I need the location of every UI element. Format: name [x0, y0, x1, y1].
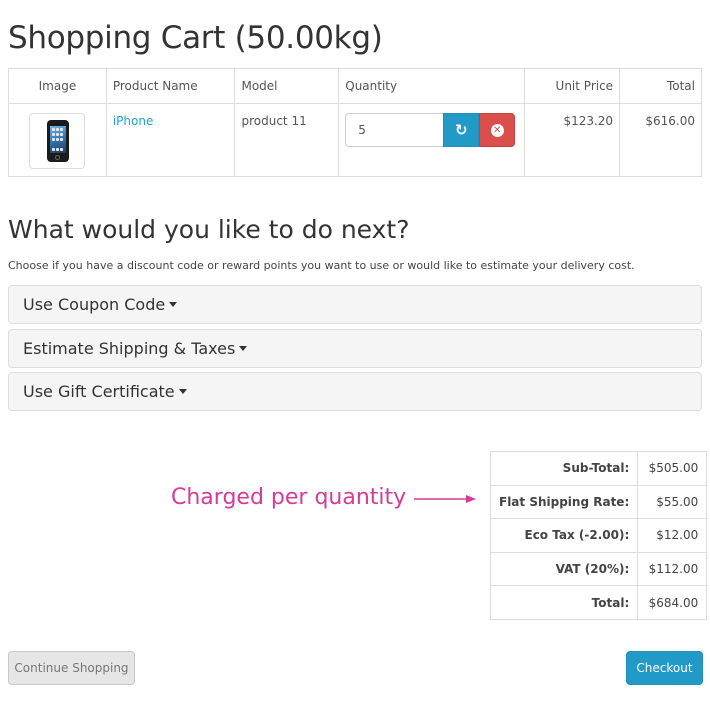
- subtotal-value: $505.00: [637, 451, 708, 486]
- checkout-button[interactable]: Checkout: [626, 651, 703, 685]
- page-title: Shopping Cart (50.00kg): [8, 20, 383, 56]
- product-name-link[interactable]: iPhone: [113, 114, 154, 128]
- arrow-right-icon: [414, 495, 476, 503]
- eco-tax-value: $12.00: [637, 518, 708, 553]
- estimate-shipping-panel[interactable]: Estimate Shipping & Taxes: [8, 329, 702, 368]
- vat-value: $112.00: [637, 551, 708, 587]
- quantity-input[interactable]: [345, 113, 444, 147]
- shipping-value: $55.00: [637, 484, 708, 520]
- col-quantity-header: Quantity: [338, 68, 526, 104]
- cart-table: Image Product Name Model Quantity Unit P…: [8, 68, 702, 177]
- product-model: product 11: [234, 103, 340, 177]
- gift-certificate-panel[interactable]: Use Gift Certificate: [8, 372, 702, 411]
- line-total: $616.00: [619, 103, 702, 177]
- totals-row: Flat Shipping Rate: $55.00: [489, 484, 708, 520]
- cart-item-row: iPhone product 11 ↻ ✕ $123.20 $616.00: [8, 103, 702, 177]
- quantity-input-group: ↻ ✕: [345, 113, 516, 147]
- times-circle-icon: ✕: [490, 123, 504, 137]
- update-quantity-button[interactable]: ↻: [443, 113, 480, 147]
- totals-row: VAT (20%): $112.00: [489, 551, 708, 587]
- col-model-header: Model: [234, 68, 340, 104]
- subtotal-label: Sub-Total:: [489, 451, 639, 486]
- shipping-label: Flat Shipping Rate:: [489, 484, 639, 520]
- totals-table: Sub-Total: $505.00 Flat Shipping Rate: $…: [489, 451, 708, 620]
- continue-shopping-button[interactable]: Continue Shopping: [8, 651, 135, 685]
- totals-row: Eco Tax (-2.00): $12.00: [489, 518, 708, 553]
- iphone-icon: [47, 120, 70, 162]
- quantity-cell: ↻ ✕: [338, 103, 526, 177]
- product-thumbnail[interactable]: [29, 113, 86, 169]
- grand-total-label: Total:: [489, 585, 639, 620]
- grand-total-value: $684.00: [637, 585, 708, 620]
- annotation-text: Charged per quantity: [171, 485, 407, 510]
- gift-certificate-label: Use Gift Certificate: [23, 382, 175, 401]
- vat-label: VAT (20%):: [489, 551, 639, 587]
- caret-down-icon: [178, 389, 187, 394]
- totals-row: Total: $684.00: [489, 585, 708, 620]
- col-unit-price-header: Unit Price: [524, 68, 621, 104]
- unit-price: $123.20: [524, 103, 621, 177]
- col-image-header: Image: [8, 68, 107, 104]
- coupon-code-label: Use Coupon Code: [23, 295, 166, 314]
- caret-down-icon: [169, 302, 178, 307]
- estimate-shipping-label: Estimate Shipping & Taxes: [23, 339, 236, 358]
- refresh-icon: ↻: [454, 121, 468, 139]
- product-name-cell: iPhone: [105, 103, 236, 177]
- eco-tax-label: Eco Tax (-2.00):: [489, 518, 639, 553]
- product-image-cell: [8, 103, 107, 177]
- next-steps-description: Choose if you have a discount code or re…: [8, 259, 635, 272]
- col-total-header: Total: [619, 68, 702, 104]
- next-steps-heading: What would you like to do next?: [8, 215, 410, 244]
- cart-header-row: Image Product Name Model Quantity Unit P…: [8, 68, 702, 104]
- coupon-code-panel[interactable]: Use Coupon Code: [8, 285, 702, 324]
- col-name-header: Product Name: [105, 68, 236, 104]
- remove-item-button[interactable]: ✕: [479, 113, 516, 147]
- totals-row: Sub-Total: $505.00: [489, 451, 708, 486]
- caret-down-icon: [239, 346, 248, 351]
